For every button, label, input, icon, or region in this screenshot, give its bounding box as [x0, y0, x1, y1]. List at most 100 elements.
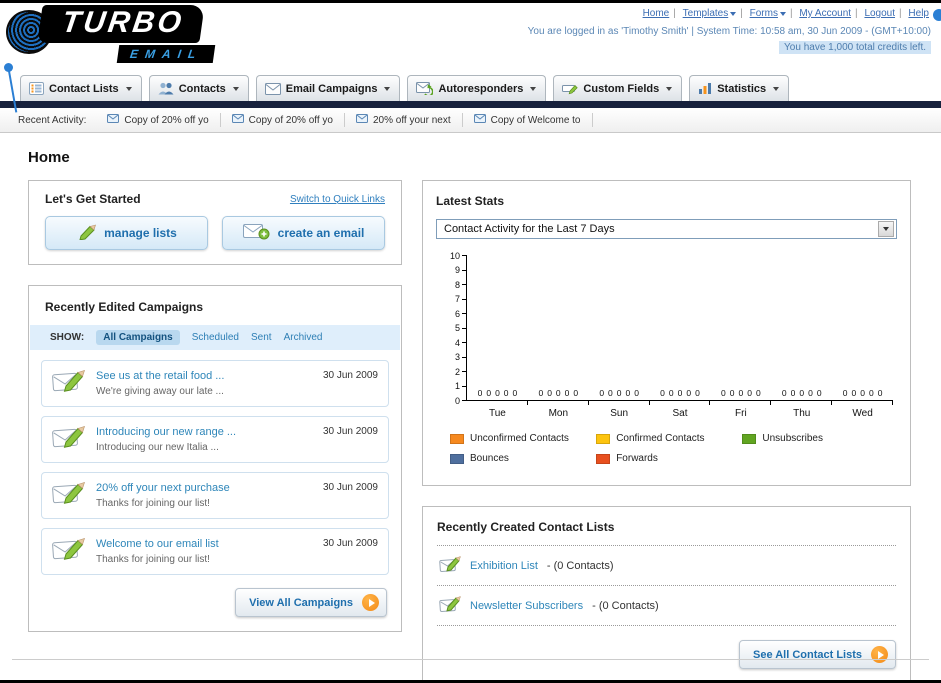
recent-activity-item[interactable]: 20% off your next [345, 113, 463, 127]
recent-activity-item[interactable]: Copy of 20% off yo [221, 113, 345, 127]
email-icon [473, 114, 486, 126]
campaign-row[interactable]: Welcome to our email list Thanks for joi… [41, 528, 389, 575]
legend-swatch [450, 433, 464, 444]
statistics-icon [698, 82, 712, 95]
tab-contacts[interactable]: Contacts [148, 75, 249, 101]
top-link-help[interactable]: Help [908, 8, 929, 19]
nav-accent-bar [0, 101, 941, 108]
get-started-panel: Let's Get Started Switch to Quick Links … [28, 180, 402, 265]
page-title: Home [28, 149, 70, 166]
chart-zero-values: 00000 [721, 388, 761, 398]
campaign-row[interactable]: See us at the retail food ... We're givi… [41, 360, 389, 407]
recent-activity-item-label: 20% off your next [372, 114, 451, 126]
legend-swatch [596, 453, 611, 464]
top-link-templates[interactable]: Templates [683, 8, 737, 19]
view-all-campaigns-button[interactable]: View All Campaigns [235, 588, 387, 617]
switch-quick-links-link[interactable]: Switch to Quick Links [290, 194, 385, 205]
recent-activity-item[interactable]: Copy of Welcome to [463, 113, 593, 127]
y-tick: 10 [450, 251, 466, 261]
campaign-title-link[interactable]: Welcome to our email list [96, 538, 313, 550]
contact-list-row[interactable]: Exhibition List - (0 Contacts) [437, 546, 896, 586]
latest-stats-panel: Latest Stats Contact Activity for the La… [422, 180, 911, 486]
chart-zero-values: 00000 [599, 388, 639, 398]
x-axis-label: Fri [735, 408, 747, 419]
logo-subtitle: EMAIL [116, 45, 216, 63]
campaign-subtitle: Introducing our new Italia ... [96, 442, 219, 453]
main-nav: Contact Lists Contacts Email Campaigns A… [0, 71, 941, 101]
top-link-forms[interactable]: Forms [750, 8, 786, 19]
tab-autoresponders[interactable]: Autoresponders [407, 75, 547, 101]
legend-label: Unsubscribes [762, 433, 823, 444]
x-axis-label: Sun [610, 408, 629, 419]
y-tick: 1 [455, 381, 466, 391]
campaign-filter-bar: SHOW: All Campaigns Scheduled Sent Archi… [30, 325, 400, 350]
app-window: TURBO EMAIL Home | Templates | Forms | My A… [0, 0, 941, 683]
chart-group: 0 0 0 0 0 Wed [832, 255, 893, 419]
contact-list-link[interactable]: Exhibition List [470, 560, 538, 572]
contact-list-row[interactable]: Newsletter Subscribers - (0 Contacts) [437, 586, 896, 626]
top-link-my-account[interactable]: My Account [799, 8, 851, 19]
manage-lists-button[interactable]: manage lists [45, 216, 208, 250]
decorative-dot [933, 9, 941, 21]
tab-label: Autoresponders [438, 82, 524, 95]
tab-email-campaigns[interactable]: Email Campaigns [255, 75, 401, 101]
campaign-subtitle: We're giving away our late ... [96, 386, 224, 397]
filter-scheduled[interactable]: Scheduled [192, 332, 239, 343]
tab-contact-lists[interactable]: Contact Lists [20, 75, 142, 101]
chart-group: 0 0 0 0 0 Mon [528, 255, 589, 419]
recent-campaigns-panel: Recently Edited Campaigns SHOW: All Camp… [28, 285, 402, 632]
legend-label: Confirmed Contacts [616, 433, 705, 444]
contacts-icon [158, 82, 174, 95]
email-campaigns-icon [264, 82, 281, 95]
manage-lists-label: manage lists [104, 226, 177, 240]
footer-divider [12, 659, 929, 660]
tab-label: Custom Fields [583, 82, 660, 95]
campaign-row[interactable]: Introducing our new range ... Introducin… [41, 416, 389, 463]
separator: | [740, 8, 743, 19]
see-all-contact-lists-button[interactable]: See All Contact Lists [738, 640, 896, 669]
campaign-edit-icon [52, 368, 86, 399]
campaign-edit-icon [52, 536, 86, 567]
campaign-date: 30 Jun 2009 [322, 370, 378, 381]
create-email-button[interactable]: create an email [222, 216, 385, 250]
credits-info: You have 1,000 total credits left. [779, 41, 931, 54]
recent-activity-item[interactable]: Copy of 20% off yo [96, 113, 221, 127]
campaign-title-link[interactable]: See us at the retail food ... [96, 370, 313, 382]
campaign-row[interactable]: 20% off your next purchase Thanks for jo… [41, 472, 389, 519]
chart-zero-values: 00000 [538, 388, 579, 398]
app-logo: TURBO EMAIL [6, 5, 296, 67]
legend-label: Bounces [470, 453, 509, 464]
contact-list-link[interactable]: Newsletter Subscribers [470, 600, 583, 612]
filter-archived[interactable]: Archived [284, 332, 323, 343]
list-edit-icon [439, 555, 461, 576]
view-all-campaigns-label: View All Campaigns [249, 596, 353, 609]
list-edit-icon [439, 595, 461, 616]
top-link-logout[interactable]: Logout [864, 8, 895, 19]
campaign-edit-icon [52, 424, 86, 455]
filter-all-campaigns[interactable]: All Campaigns [96, 330, 180, 345]
email-icon [107, 114, 120, 126]
campaign-title-link[interactable]: Introducing our new range ... [96, 426, 313, 438]
legend-label: Forwards [616, 453, 658, 464]
email-icon [355, 114, 368, 126]
tab-custom-fields[interactable]: Custom Fields [553, 75, 683, 101]
contact-lists-icon [29, 82, 44, 95]
stats-period-select[interactable]: Contact Activity for the Last 7 Days [436, 219, 897, 239]
top-link-home[interactable]: Home [643, 8, 670, 19]
filter-sent[interactable]: Sent [251, 332, 272, 343]
contact-list-count: - (0 Contacts) [592, 599, 659, 612]
chart-zero-values: 00000 [660, 388, 700, 398]
top-nav: Home | Templates | Forms | My Account | Logo… [528, 8, 931, 19]
y-tick: 3 [455, 352, 466, 362]
y-tick: 5 [455, 323, 466, 333]
campaign-title-link[interactable]: 20% off your next purchase [96, 482, 313, 494]
y-tick: 4 [455, 338, 466, 348]
recent-contact-lists-panel: Recently Created Contact Lists Exhibitio… [422, 506, 911, 680]
y-tick: 0 [455, 396, 466, 406]
pencil-icon [76, 224, 97, 243]
recent-activity-label: Recent Activity: [18, 114, 87, 126]
recent-campaigns-title: Recently Edited Campaigns [45, 300, 204, 314]
chevron-down-icon [779, 12, 786, 16]
top-link-label: Templates [682, 8, 729, 19]
tab-statistics[interactable]: Statistics [689, 75, 790, 101]
